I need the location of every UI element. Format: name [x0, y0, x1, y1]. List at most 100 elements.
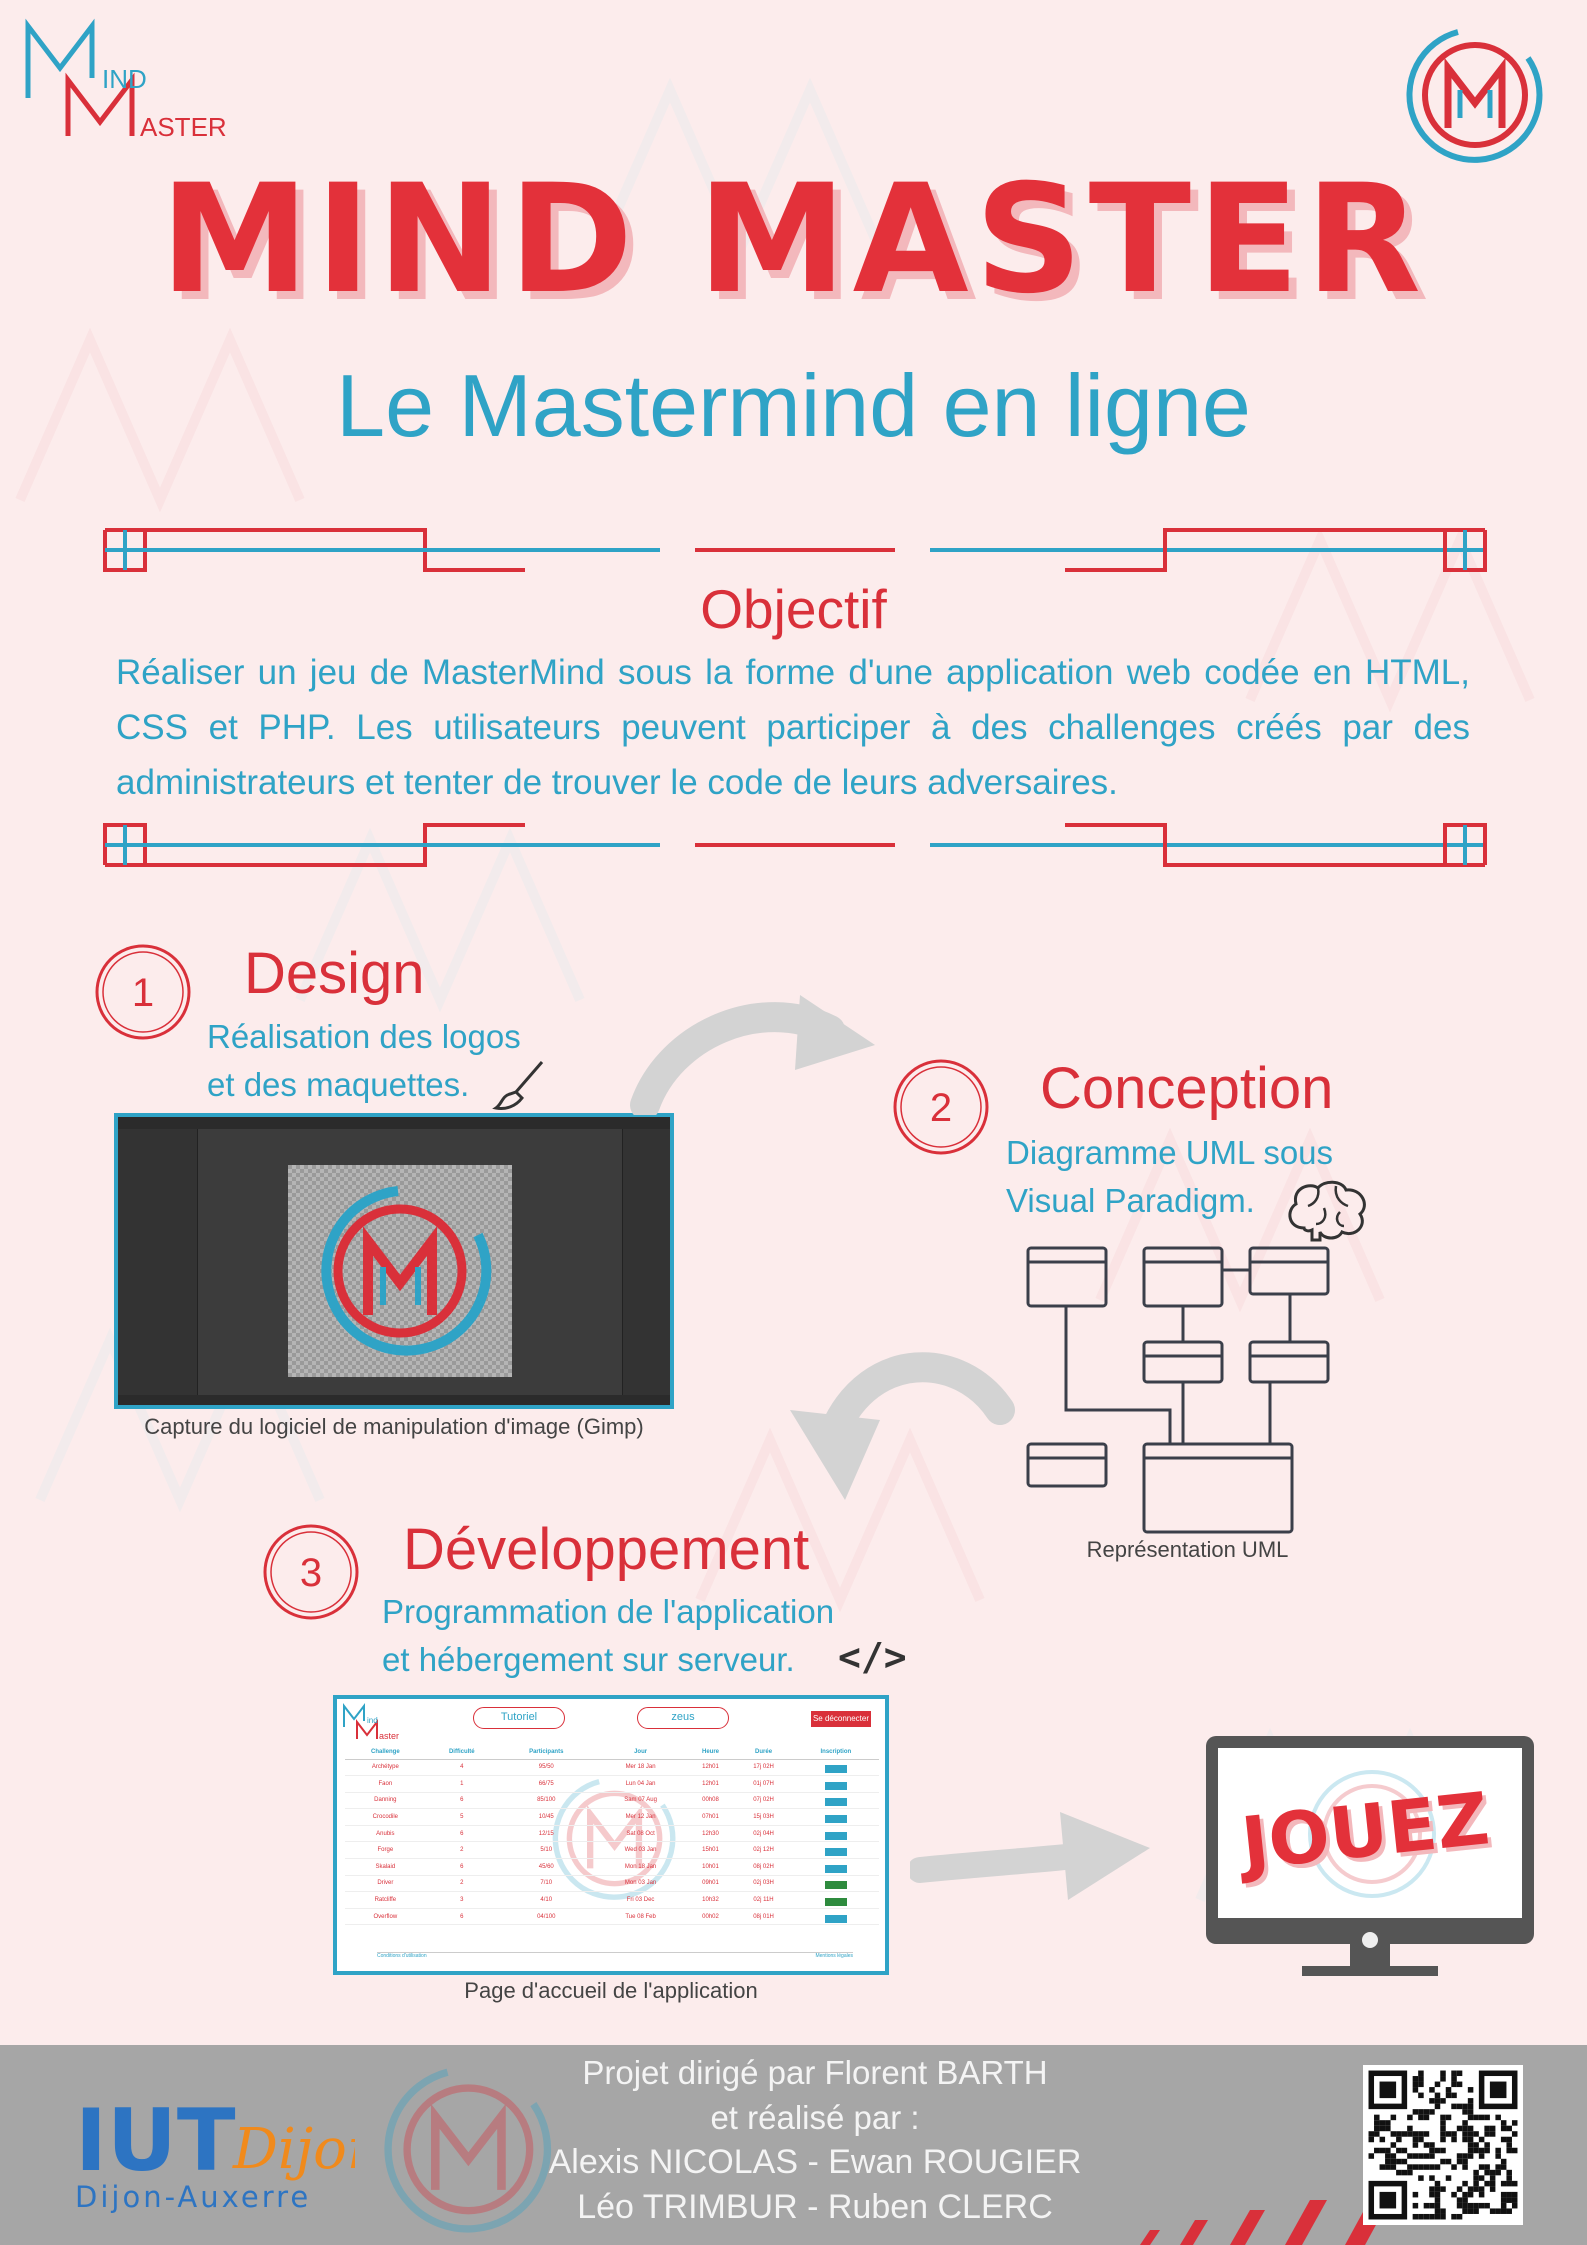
app-user-button[interactable]: zeus: [637, 1707, 729, 1729]
table-cell: 02j 11H: [734, 1891, 793, 1909]
app-tutorial-button[interactable]: Tutoriel: [473, 1707, 565, 1729]
table-cell: Sam 07 Aug: [594, 1792, 687, 1810]
table-cell: 01j 07H: [734, 1775, 793, 1793]
table-cell: 4/10: [497, 1891, 595, 1909]
col-challenge: Challenge: [345, 1745, 426, 1760]
table-cell: 2: [425, 1841, 498, 1860]
table-cell: 02j 03H: [734, 1875, 793, 1893]
table-cell: 6: [425, 1908, 498, 1926]
step-3-badge: 3: [263, 1524, 359, 1620]
footer-credits: Projet dirigé par Florent BARTH et réali…: [540, 2050, 1090, 2230]
subtitle: Le Mastermind en ligne: [336, 356, 1251, 455]
uml-diagram: [1026, 1246, 1330, 1534]
register-button-fill[interactable]: Inscrire: [824, 1831, 847, 1840]
table-cell: 02j 12H: [734, 1841, 793, 1860]
footer-emblem-icon: [384, 2068, 552, 2233]
iut-city-text: Dijon: [232, 2117, 355, 2182]
table-cell: 5: [425, 1808, 498, 1826]
register-button[interactable]: Inscrire: [792, 1908, 879, 1926]
mindmaster-logo: IND ASTER: [25, 18, 227, 142]
table-cell: Faon: [345, 1775, 426, 1793]
table-cell: Skalaid: [345, 1858, 426, 1876]
table-cell: Anubis: [345, 1825, 426, 1843]
register-button-fill[interactable]: Inscrire: [824, 1914, 847, 1923]
table-cell: Overflow: [345, 1908, 426, 1926]
iut-subtitle: Dijon-Auxerre: [75, 2180, 312, 2214]
register-button-fill[interactable]: Inscrit: [824, 1898, 847, 1907]
step-1-title: Design: [244, 941, 425, 1006]
register-button-fill[interactable]: Inscrire: [824, 1864, 847, 1873]
table-cell: 04/100: [497, 1908, 595, 1926]
register-button-fill[interactable]: Inscrire: [824, 1765, 847, 1774]
arrow-right-curved-icon: [630, 995, 875, 1115]
table-cell: 2: [425, 1875, 498, 1893]
table-cell: 6: [425, 1792, 498, 1810]
objective-title: Objectif: [700, 578, 887, 640]
table-cell: 12/15: [497, 1825, 595, 1843]
table-cell: 12h01: [686, 1775, 735, 1793]
app-terms-link[interactable]: Conditions d'utilisation: [377, 1953, 427, 1959]
table-cell: Driver: [345, 1875, 426, 1893]
frame-bottom-decoration: [103, 823, 1487, 867]
step-2-line2: Visual Paradigm.: [1006, 1182, 1255, 1219]
step-3-caption: Page d'accueil de l'application: [464, 1978, 758, 2003]
table-row: Ratcliffe34/10Fri 03 Dec10h3202j 11H Insc…: [345, 1891, 879, 1909]
register-button[interactable]: Inscrire: [792, 1841, 879, 1860]
code-icon: </>: [838, 1635, 907, 1679]
register-button[interactable]: Inscrire: [792, 1858, 879, 1876]
table-row: Faon166/75Lun 04 Jan12h0101j 07H Inscrire: [345, 1775, 879, 1793]
table-cell: 45/60: [497, 1858, 595, 1876]
table-cell: 10/45: [497, 1808, 595, 1826]
play-monitor[interactable]: JOUEZ JOUEZ: [1202, 1732, 1538, 1990]
gimp-canvas-logo-icon: [321, 1186, 492, 1356]
col-day: Jour: [594, 1745, 687, 1760]
brain-icon: [1288, 1180, 1366, 1242]
qr-code[interactable]: [1363, 2065, 1523, 2225]
brush-icon: [492, 1061, 544, 1110]
register-button[interactable]: Inscrire: [792, 1808, 879, 1826]
footer-line-4: Léo TRIMBUR - Ruben CLERC: [577, 2188, 1053, 2226]
app-logo: ind aster: [343, 1703, 399, 1741]
step-3-line2: et hébergement sur serveur.: [382, 1641, 795, 1678]
table-cell: 66/75: [497, 1775, 595, 1793]
table-cell: 02j 04H: [734, 1825, 793, 1843]
register-button[interactable]: Inscrire: [792, 1775, 879, 1793]
app-logout-button[interactable]: Se déconnecter: [811, 1711, 871, 1727]
app-logo-text-ind: ind: [367, 1716, 378, 1725]
table-cell: 3: [425, 1891, 498, 1909]
table-cell: 00h08: [686, 1792, 735, 1810]
table-cell: Wed 03 Jan: [594, 1841, 687, 1860]
step-1-number: 1: [132, 971, 154, 1015]
objective-text: Réaliser un jeu de MasterMind sous la fo…: [116, 653, 1470, 802]
register-button[interactable]: Inscrit: [792, 1875, 879, 1893]
table-cell: 1: [425, 1775, 498, 1793]
register-button[interactable]: Inscrit: [792, 1891, 879, 1909]
table-cell: Ratcliffe: [345, 1891, 426, 1909]
table-cell: Tue 08 Feb: [594, 1908, 687, 1926]
register-button-fill[interactable]: Inscrire: [824, 1848, 847, 1857]
table-cell: Danning: [345, 1792, 426, 1810]
table-row: Skalaid645/60Mon 18 Jan10h0108j 02H Inscr…: [345, 1858, 879, 1876]
footer-line-2: et réalisé par :: [710, 2099, 920, 2136]
table-header-row: Challenge Difficulté Participants Jour H…: [345, 1745, 879, 1760]
app-challenge-table: Challenge Difficulté Participants Jour H…: [345, 1745, 879, 1926]
table-cell: Mer 12 Jan: [594, 1808, 687, 1826]
register-button[interactable]: Inscrire: [792, 1792, 879, 1810]
table-cell: 17j 02H: [734, 1759, 793, 1777]
app-legal-link[interactable]: Mentions légales: [815, 1953, 853, 1959]
register-button-fill[interactable]: Inscrire: [824, 1798, 847, 1807]
table-cell: 08j 02H: [734, 1858, 793, 1876]
step-1-caption: Capture du logiciel de manipulation d'im…: [144, 1414, 644, 1439]
register-button[interactable]: Inscrire: [792, 1759, 879, 1777]
table-cell: 95/50: [497, 1759, 595, 1777]
register-button[interactable]: Inscrire: [792, 1825, 879, 1843]
register-button-fill[interactable]: Inscrire: [824, 1815, 847, 1824]
table-row: Archétype495/50Mer 18 Jan12h0117j 02H Ins…: [345, 1759, 879, 1777]
register-button-fill[interactable]: Inscrit: [824, 1881, 847, 1890]
table-cell: 12h01: [686, 1759, 735, 1777]
table-cell: Forge: [345, 1841, 426, 1860]
table-cell: Lun 04 Jan: [594, 1775, 687, 1793]
frame-top-decoration: [103, 528, 1487, 572]
table-cell: 5/10: [497, 1841, 595, 1860]
register-button-fill[interactable]: Inscrire: [824, 1781, 847, 1790]
